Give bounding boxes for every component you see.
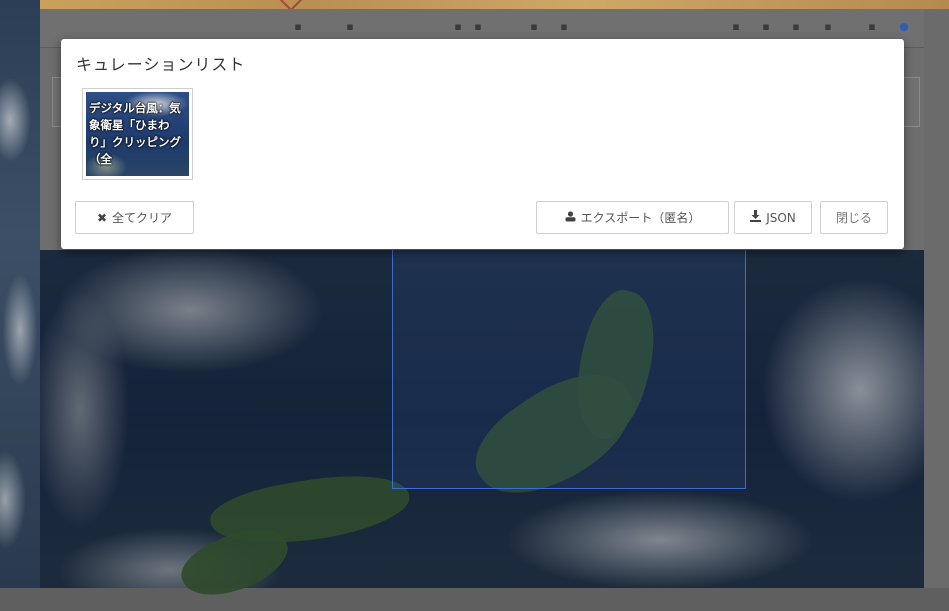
toolbar-icon[interactable]: ▪ xyxy=(452,21,464,33)
toolbar-icon[interactable]: ▪ xyxy=(558,21,570,33)
close-button[interactable]: 閉じる xyxy=(820,201,888,234)
top-banner-image xyxy=(40,0,949,9)
download-icon xyxy=(750,210,762,225)
toolbar-icon[interactable]: ▪ xyxy=(790,21,802,33)
toolbar-icon[interactable]: ▪ xyxy=(730,21,742,33)
modal-title: キュレーションリスト xyxy=(76,55,246,74)
export-anonymous-label: エクスポート（匿名） xyxy=(580,211,701,225)
background-satellite-strip xyxy=(0,0,40,588)
thumbnail-image: デジタル台風：気象衛星「ひまわり」クリッピング（全 xyxy=(86,92,189,176)
export-anonymous-button[interactable]: エクスポート（匿名） xyxy=(536,201,729,234)
toolbar-icon[interactable]: ▪ xyxy=(866,21,878,33)
toolbar-icon[interactable]: ▪ xyxy=(292,21,304,33)
viewer-right-edge xyxy=(924,9,949,588)
toolbar-icon[interactable]: ▪ xyxy=(528,21,540,33)
close-x-icon: ✖ xyxy=(96,210,108,225)
curation-list-modal: キュレーションリスト デジタル台風：気象衛星「ひまわり」クリッピング（全 ✖ 全… xyxy=(61,39,904,249)
thumbnail-label: デジタル台風：気象衛星「ひまわり」クリッピング（全 xyxy=(89,101,181,166)
close-label: 閉じる xyxy=(835,211,872,225)
toolbar-icon[interactable]: ▪ xyxy=(472,21,484,33)
toolbar-icon[interactable]: ▪ xyxy=(760,21,772,33)
json-download-button[interactable]: JSON xyxy=(734,201,812,234)
clear-all-label: 全てクリア xyxy=(112,211,173,225)
curation-thumbnail[interactable]: デジタル台風：気象衛星「ひまわり」クリッピング（全 xyxy=(82,88,193,180)
help-icon[interactable]: ● xyxy=(898,21,910,33)
json-label: JSON xyxy=(766,210,796,225)
user-icon xyxy=(565,210,576,225)
clear-all-button[interactable]: ✖ 全てクリア xyxy=(75,201,194,234)
toolbar-icon[interactable]: ▪ xyxy=(822,21,834,33)
clipping-selection[interactable] xyxy=(392,241,746,489)
toolbar-icon[interactable]: ▪ xyxy=(344,21,356,33)
